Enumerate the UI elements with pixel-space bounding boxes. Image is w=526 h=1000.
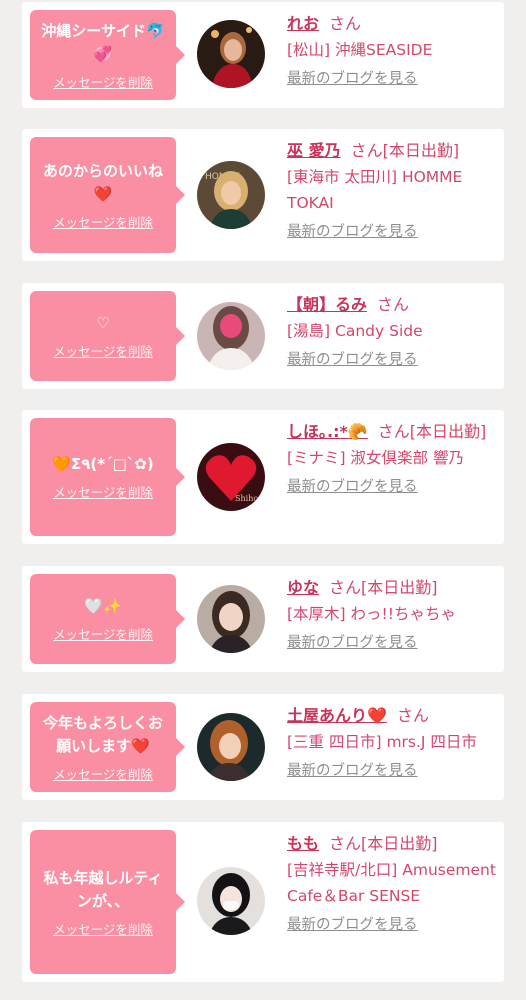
honorific: さん bbox=[377, 295, 410, 314]
message-bubble: あのからのいいね❤️ メッセージを削除 bbox=[30, 137, 185, 253]
latest-blog-link[interactable]: 最新のブログを見る bbox=[287, 475, 418, 496]
honorific: さん bbox=[377, 422, 410, 441]
latest-blog-link[interactable]: 最新のブログを見る bbox=[287, 220, 418, 241]
status-label: [本日出勤] bbox=[361, 834, 438, 853]
cast-info: 土屋あんり❤️ さん [三重 四日市] mrs.J 四日市 最新のブログを見る bbox=[287, 703, 499, 780]
shop-name: [ミナミ] 淑女倶楽部 響乃 bbox=[287, 449, 464, 467]
delete-message-link[interactable]: メッセージを削除 bbox=[53, 764, 153, 783]
avatar-photo-icon bbox=[197, 585, 265, 653]
message-text: ♡ bbox=[96, 314, 110, 332]
latest-blog-link[interactable]: 最新のブログを見る bbox=[287, 759, 418, 780]
avatar[interactable] bbox=[197, 302, 265, 370]
cast-info: れお さん [松山] 沖縄SEASIDE 最新のブログを見る bbox=[287, 11, 499, 88]
honorific: さん bbox=[329, 578, 362, 597]
avatar-photo-icon bbox=[197, 713, 265, 781]
avatar[interactable] bbox=[197, 867, 265, 935]
message-text: 今年もよろしくお願いします❤️ bbox=[42, 713, 163, 755]
message-bubble: 私も年越しルティンが、、 メッセージを削除 bbox=[30, 830, 185, 974]
avatar-photo-icon bbox=[197, 302, 265, 370]
status-label: [本日出勤] bbox=[409, 422, 487, 441]
delete-message-link[interactable]: メッセージを削除 bbox=[53, 341, 153, 360]
cast-info: 巫 愛乃 さん[本日出勤] [東海市 太田川] HOMME TOKAI 最新のブロ… bbox=[287, 138, 499, 241]
avatar[interactable] bbox=[197, 585, 265, 653]
latest-blog-link[interactable]: 最新のブログを見る bbox=[287, 631, 418, 652]
message-card: 私も年越しルティンが、、 メッセージを削除 もも さん[本日出勤] [吉祥寺駅/北… bbox=[22, 822, 504, 982]
honorific: さん bbox=[329, 834, 362, 853]
avatar-photo-icon: HOMME bbox=[197, 161, 265, 229]
cast-name-link[interactable]: 【朝】るみ bbox=[287, 295, 367, 314]
avatar[interactable] bbox=[197, 713, 265, 781]
message-card: 今年もよろしくお願いします❤️ メッセージを削除 土屋あんり❤️ さん [三重 四… bbox=[22, 694, 504, 800]
message-text: 沖縄シーサイド🐬💞 bbox=[41, 21, 165, 63]
message-text: あのからのいいね❤️ bbox=[42, 161, 163, 203]
delete-message-link[interactable]: メッセージを削除 bbox=[53, 72, 153, 91]
avatar-photo-icon bbox=[197, 867, 265, 935]
delete-message-link[interactable]: メッセージを削除 bbox=[53, 919, 153, 938]
message-bubble: 今年もよろしくお願いします❤️ メッセージを削除 bbox=[30, 702, 185, 792]
cast-name-link[interactable]: ゆな bbox=[287, 578, 319, 597]
delete-message-link[interactable]: メッセージを削除 bbox=[53, 212, 153, 231]
message-text: 私も年越しルティンが、、 bbox=[43, 868, 163, 910]
avatar-photo-icon bbox=[197, 20, 265, 88]
delete-message-link[interactable]: メッセージを削除 bbox=[53, 482, 153, 501]
cast-info: もも さん[本日出勤] [吉祥寺駅/北口] Amusement Cafe＆Bar … bbox=[287, 831, 499, 934]
status-label: [本日出勤] bbox=[361, 578, 438, 597]
cast-info: しほ｡.:*🥐 さん[本日出勤] [ミナミ] 淑女倶楽部 響乃 最新のブログを見る bbox=[287, 419, 499, 496]
avatar-photo-icon: Shiho bbox=[197, 443, 265, 511]
message-card: 🤍✨ メッセージを削除 ゆな さん[本日出勤] [本厚木] わっ!!ちゃちゃ 最新… bbox=[22, 566, 504, 672]
shop-name: [湯島] Candy Side bbox=[287, 322, 423, 340]
latest-blog-link[interactable]: 最新のブログを見る bbox=[287, 348, 418, 369]
message-card: あのからのいいね❤️ メッセージを削除 HOMME 巫 愛乃さん[本日出勤] [… bbox=[22, 129, 504, 261]
message-text: 🧡Σ٩(*´□`✿) bbox=[52, 455, 154, 473]
svg-text:Shiho: Shiho bbox=[235, 494, 258, 503]
cast-info: ゆな さん[本日出勤] [本厚木] わっ!!ちゃちゃ 最新のブログを見る bbox=[287, 575, 499, 652]
latest-blog-link[interactable]: 最新のブログを見る bbox=[287, 67, 418, 88]
avatar[interactable]: HOMME bbox=[197, 161, 265, 229]
delete-message-link[interactable]: メッセージを削除 bbox=[53, 624, 153, 643]
honorific: さん bbox=[350, 141, 383, 160]
latest-blog-link[interactable]: 最新のブログを見る bbox=[287, 913, 418, 934]
message-card: 沖縄シーサイド🐬💞 メッセージを削除 れお さん [松山] 沖縄SEASIDE 最… bbox=[22, 2, 504, 108]
message-card: ♡ メッセージを削除 【朝】るみ さん [湯島] Candy Side 最新のブロ… bbox=[22, 283, 504, 389]
message-bubble: 🤍✨ メッセージを削除 bbox=[30, 574, 185, 664]
avatar[interactable]: Shiho bbox=[197, 443, 265, 511]
cast-name-link[interactable]: 巫 愛乃 bbox=[287, 141, 341, 160]
message-text: 🤍✨ bbox=[84, 597, 122, 615]
cast-name-link[interactable]: れお bbox=[287, 14, 319, 33]
honorific: さん bbox=[396, 706, 429, 725]
cast-name-link[interactable]: 土屋あんり❤️ bbox=[287, 706, 387, 725]
shop-name: [三重 四日市] mrs.J 四日市 bbox=[287, 733, 477, 751]
cast-info: 【朝】るみ さん [湯島] Candy Side 最新のブログを見る bbox=[287, 292, 499, 369]
avatar[interactable] bbox=[197, 20, 265, 88]
cast-name-link[interactable]: しほ｡.:*🥐 bbox=[287, 422, 368, 441]
message-card: 🧡Σ٩(*´□`✿) メッセージを削除 Shiho しほ｡.:*🥐 さん[本日出勤… bbox=[22, 410, 504, 544]
message-bubble: ♡ メッセージを削除 bbox=[30, 291, 185, 381]
shop-name: [松山] 沖縄SEASIDE bbox=[287, 41, 433, 59]
shop-name: [本厚木] わっ!!ちゃちゃ bbox=[287, 605, 456, 623]
cast-name-link[interactable]: もも bbox=[287, 834, 319, 853]
message-bubble: 沖縄シーサイド🐬💞 メッセージを削除 bbox=[30, 10, 185, 100]
honorific: さん bbox=[329, 14, 362, 33]
shop-name: [東海市 太田川] HOMME TOKAI bbox=[287, 168, 463, 212]
message-bubble: 🧡Σ٩(*´□`✿) メッセージを削除 bbox=[30, 418, 185, 536]
status-label: [本日出勤] bbox=[382, 141, 460, 160]
shop-name: [吉祥寺駅/北口] Amusement Cafe＆Bar SENSE bbox=[287, 861, 496, 905]
